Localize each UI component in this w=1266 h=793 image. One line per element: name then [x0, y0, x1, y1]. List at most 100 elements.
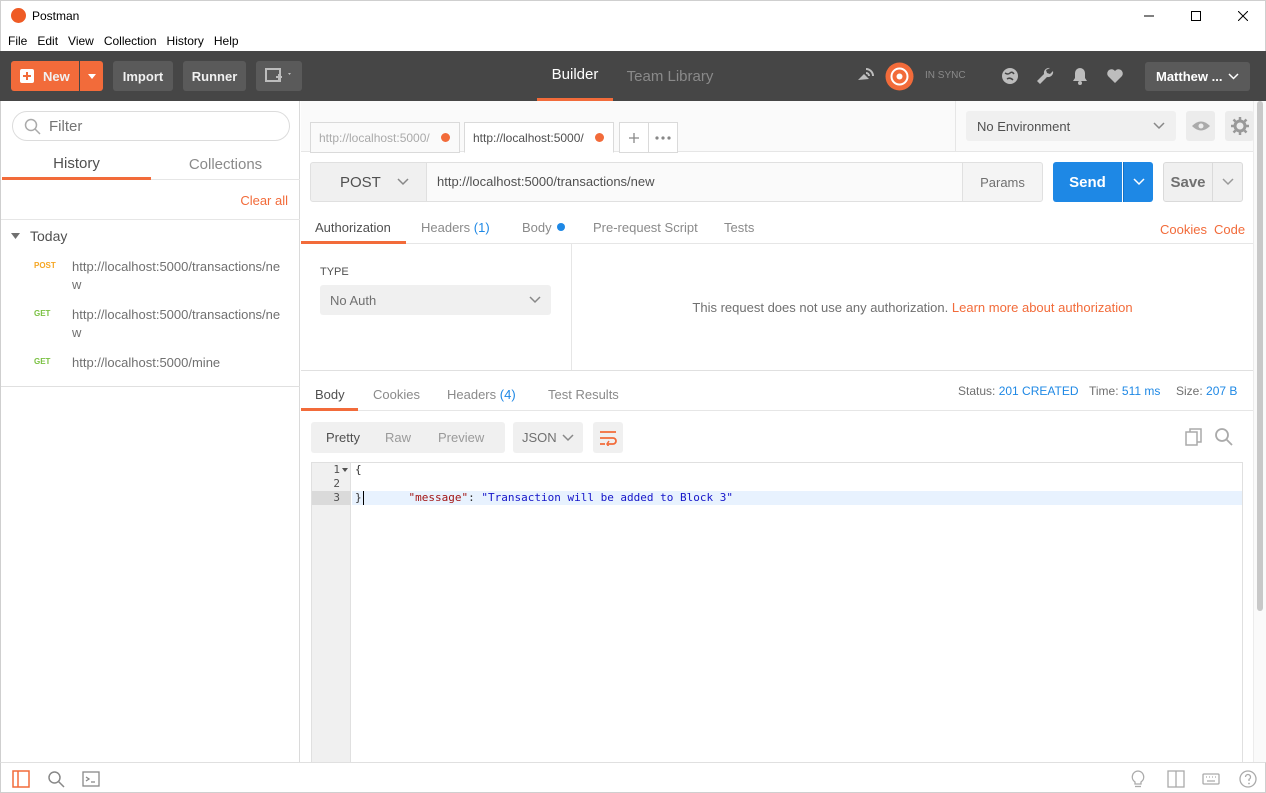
runner-button[interactable]: Runner [183, 61, 246, 91]
code-line-2: "message": "Transaction will be added to… [382, 477, 734, 504]
manage-environments-button[interactable] [1225, 111, 1254, 141]
two-pane-view-icon[interactable] [1167, 770, 1185, 788]
wrench-icon[interactable] [1035, 66, 1055, 86]
find-icon[interactable] [47, 770, 65, 788]
console-icon[interactable] [82, 770, 100, 788]
help-icon[interactable] [1239, 770, 1257, 788]
json-value: "Transaction will be added to Block 3" [481, 491, 734, 504]
view-raw-button[interactable]: Raw [372, 430, 423, 445]
tab-tests[interactable]: Tests [724, 212, 754, 244]
line-number: 2 [333, 477, 340, 490]
auth-type-select[interactable]: No Auth [320, 285, 551, 315]
satellite-icon[interactable] [855, 66, 875, 86]
menu-help[interactable]: Help [214, 34, 239, 48]
tab-prerequest-script[interactable]: Pre-request Script [593, 212, 698, 244]
main-scrollbar[interactable] [1253, 101, 1266, 762]
environment-select[interactable]: No Environment [966, 111, 1176, 141]
minimize-button[interactable] [1126, 1, 1172, 31]
new-window-button[interactable] [256, 61, 302, 91]
history-item[interactable]: GET http://localhost:5000/mine [34, 354, 284, 372]
line-number: 3 [333, 491, 340, 504]
language-select[interactable]: JSON [513, 422, 583, 453]
new-button[interactable]: New [11, 61, 79, 91]
request-tab-active[interactable]: http://localhost:5000/ [464, 122, 614, 153]
learn-more-auth-link[interactable]: Learn more about authorization [952, 300, 1133, 315]
menu-view[interactable]: View [68, 34, 94, 48]
history-url: http://localhost:5000/mine [72, 355, 221, 370]
close-window-button[interactable] [1220, 1, 1266, 31]
send-dropdown-button[interactable] [1123, 162, 1153, 202]
save-button[interactable]: Save [1163, 162, 1213, 202]
menu-collection[interactable]: Collection [104, 34, 157, 48]
wrap-lines-button[interactable] [593, 422, 623, 453]
new-dropdown-button[interactable] [80, 61, 103, 91]
url-field[interactable] [427, 162, 963, 202]
response-tab-test-results[interactable]: Test Results [548, 378, 619, 410]
filter-box[interactable] [12, 111, 290, 141]
code-link[interactable]: Code [1214, 214, 1245, 246]
size-value: 207 B [1206, 384, 1238, 398]
environment-quicklook-button[interactable] [1186, 111, 1215, 141]
tab-headers[interactable]: Headers (1) [421, 212, 490, 244]
params-button[interactable]: Params [962, 162, 1043, 202]
filter-input[interactable] [49, 118, 279, 135]
add-tab-button[interactable] [619, 122, 649, 153]
tab-history[interactable]: History [2, 150, 151, 180]
time-label: Time: [1089, 384, 1119, 398]
user-menu-button[interactable]: Matthew ... [1145, 62, 1250, 91]
chevron-down-icon [397, 178, 409, 186]
view-pretty-button[interactable]: Pretty [311, 430, 372, 445]
maximize-button[interactable] [1173, 1, 1219, 31]
search-icon[interactable] [1214, 427, 1234, 447]
url-input[interactable] [437, 174, 947, 189]
history-group-today[interactable]: Today [11, 228, 67, 244]
tab-body-label: Body [522, 219, 552, 235]
response-body-editor[interactable]: 1 2 3 { "message": "Transaction will be … [311, 462, 1243, 762]
fold-caret-icon[interactable] [342, 468, 348, 472]
unsaved-dot-icon [595, 133, 604, 142]
tab-body[interactable]: Body [522, 212, 565, 244]
heart-icon[interactable] [1105, 66, 1125, 86]
window-title: Postman [32, 9, 80, 23]
response-tab-headers[interactable]: Headers (4) [447, 378, 516, 410]
tab-team-library[interactable]: Team Library [620, 51, 720, 101]
more-tabs-button[interactable] [648, 122, 678, 153]
gear-icon [1230, 117, 1249, 135]
request-tabs-bar: http://localhost:5000/ http://localhost:… [301, 101, 955, 153]
size-label: Size: [1176, 384, 1203, 398]
menu-file[interactable]: File [8, 34, 27, 48]
request-tab[interactable]: http://localhost:5000/ [310, 122, 460, 153]
bell-icon[interactable] [1070, 66, 1090, 86]
send-button[interactable]: Send [1053, 162, 1122, 202]
request-tab-label: http://localhost:5000/ [319, 130, 430, 145]
tab-authorization[interactable]: Authorization [315, 212, 391, 244]
response-size: Size: 207 B [1176, 384, 1237, 398]
plus-icon [20, 69, 34, 83]
history-url: http://localhost:5000/transactions/new [72, 307, 281, 340]
menu-edit[interactable]: Edit [37, 34, 58, 48]
toggle-sidebar-icon[interactable] [12, 770, 30, 788]
window-titlebar: Postman [0, 0, 1266, 30]
import-button[interactable]: Import [113, 61, 173, 91]
lightbulb-icon[interactable] [1129, 770, 1147, 788]
tab-collections[interactable]: Collections [151, 150, 300, 180]
code-line-3: } [355, 491, 362, 504]
scrollbar-thumb[interactable] [1257, 101, 1263, 611]
keyboard-shortcuts-icon[interactable] [1202, 770, 1220, 788]
history-item[interactable]: GET http://localhost:5000/transactions/n… [34, 306, 284, 342]
globe-icon[interactable] [1000, 66, 1020, 86]
clear-all-link[interactable]: Clear all [240, 193, 288, 208]
sync-status-icon[interactable] [885, 62, 914, 91]
menu-history[interactable]: History [167, 34, 204, 48]
body-indicator-dot-icon [556, 223, 565, 231]
response-tab-body[interactable]: Body [315, 378, 345, 410]
cookies-link[interactable]: Cookies [1160, 214, 1207, 246]
new-button-label: New [43, 68, 70, 84]
view-preview-button[interactable]: Preview [423, 430, 496, 445]
response-tab-cookies[interactable]: Cookies [373, 378, 420, 410]
tab-builder[interactable]: Builder [537, 51, 613, 101]
method-select[interactable]: POST [310, 162, 427, 202]
save-dropdown-button[interactable] [1213, 162, 1243, 202]
history-item[interactable]: POST http://localhost:5000/transactions/… [34, 258, 284, 294]
copy-icon[interactable] [1184, 427, 1204, 447]
